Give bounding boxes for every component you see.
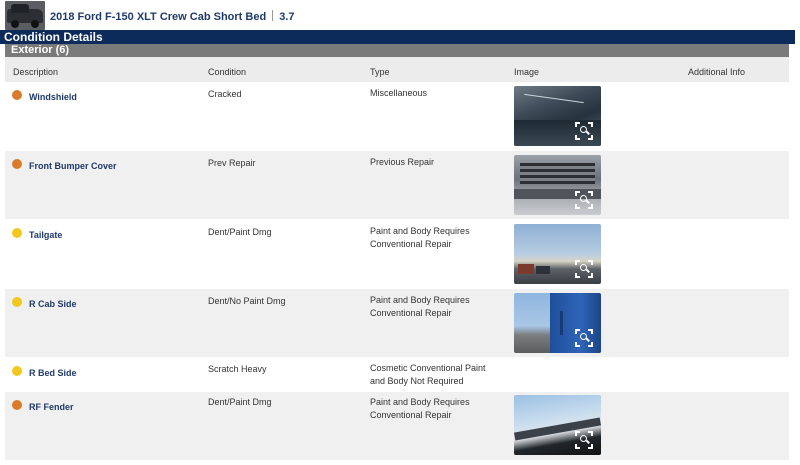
vehicle-header: 2018 Ford F-150 XLT Crew Cab Short Bed 3.… bbox=[0, 0, 800, 31]
item-description-link[interactable]: Tailgate bbox=[29, 230, 62, 240]
vehicle-name: 2018 Ford F-150 XLT Crew Cab Short Bed bbox=[50, 11, 267, 23]
vehicle-thumbnail[interactable] bbox=[5, 1, 45, 30]
col-image: Image bbox=[514, 67, 540, 77]
severity-dot bbox=[12, 297, 22, 307]
item-type: Cosmetic Conventional Paint and Body Not… bbox=[370, 363, 486, 386]
item-condition: Dent/Paint Dmg bbox=[208, 227, 272, 237]
damage-image[interactable] bbox=[514, 155, 601, 215]
severity-dot bbox=[12, 90, 22, 100]
col-additional-info: Additional Info bbox=[688, 67, 746, 77]
vehicle-engine: 3.7 bbox=[279, 11, 295, 23]
table-header: Description Condition Type Image Additio… bbox=[5, 57, 789, 82]
table-row: RF Fender Dent/Paint Dmg Paint and Body … bbox=[5, 392, 789, 461]
title-divider bbox=[272, 10, 274, 21]
condition-details-header: Condition Details bbox=[0, 30, 795, 44]
col-description: Description bbox=[13, 67, 59, 77]
zoom-icon[interactable] bbox=[575, 329, 593, 347]
table-row: Windshield Cracked Miscellaneous bbox=[5, 82, 789, 151]
item-description-link[interactable]: Front Bumper Cover bbox=[29, 161, 117, 171]
item-description-link[interactable]: R Bed Side bbox=[29, 368, 77, 378]
table-row: R Cab Side Dent/No Paint Dmg Paint and B… bbox=[5, 289, 789, 358]
item-type: Paint and Body Requires Conventional Rep… bbox=[370, 397, 470, 420]
col-type: Type bbox=[370, 67, 390, 77]
severity-dot bbox=[12, 366, 22, 376]
damage-image[interactable] bbox=[514, 86, 601, 146]
severity-dot bbox=[12, 159, 22, 169]
zoom-icon[interactable] bbox=[575, 191, 593, 209]
item-type: Paint and Body Requires Conventional Rep… bbox=[370, 226, 470, 249]
table-row: R Bed Side Scratch Heavy Cosmetic Conven… bbox=[5, 358, 789, 392]
item-description-link[interactable]: R Cab Side bbox=[29, 299, 77, 309]
item-description-link[interactable]: Windshield bbox=[29, 92, 77, 102]
item-type: Paint and Body Requires Conventional Rep… bbox=[370, 295, 470, 318]
damage-image[interactable] bbox=[514, 293, 601, 353]
zoom-icon[interactable] bbox=[575, 260, 593, 278]
table-row: Tailgate Dent/Paint Dmg Paint and Body R… bbox=[5, 220, 789, 289]
severity-dot bbox=[12, 228, 22, 238]
item-description-link[interactable]: RF Fender bbox=[29, 402, 74, 412]
item-type: Miscellaneous bbox=[370, 88, 428, 98]
col-condition: Condition bbox=[208, 67, 247, 77]
table-row: Front Bumper Cover Prev Repair Previous … bbox=[5, 151, 789, 220]
item-condition: Dent/Paint Dmg bbox=[208, 397, 272, 407]
item-type: Previous Repair bbox=[370, 157, 435, 167]
item-condition: Scratch Heavy bbox=[208, 364, 267, 374]
severity-dot bbox=[12, 400, 22, 410]
page-scrollbar[interactable] bbox=[789, 44, 800, 465]
item-condition: Dent/No Paint Dmg bbox=[208, 296, 286, 306]
zoom-icon[interactable] bbox=[575, 122, 593, 140]
item-condition: Prev Repair bbox=[208, 158, 256, 168]
damage-image[interactable] bbox=[514, 224, 601, 284]
damage-image[interactable] bbox=[514, 395, 601, 455]
item-condition: Cracked bbox=[208, 89, 242, 99]
zoom-icon[interactable] bbox=[575, 431, 593, 449]
exterior-section-header[interactable]: Exterior (6) bbox=[5, 44, 789, 57]
vehicle-title: 2018 Ford F-150 XLT Crew Cab Short Bed 3.… bbox=[50, 10, 294, 23]
